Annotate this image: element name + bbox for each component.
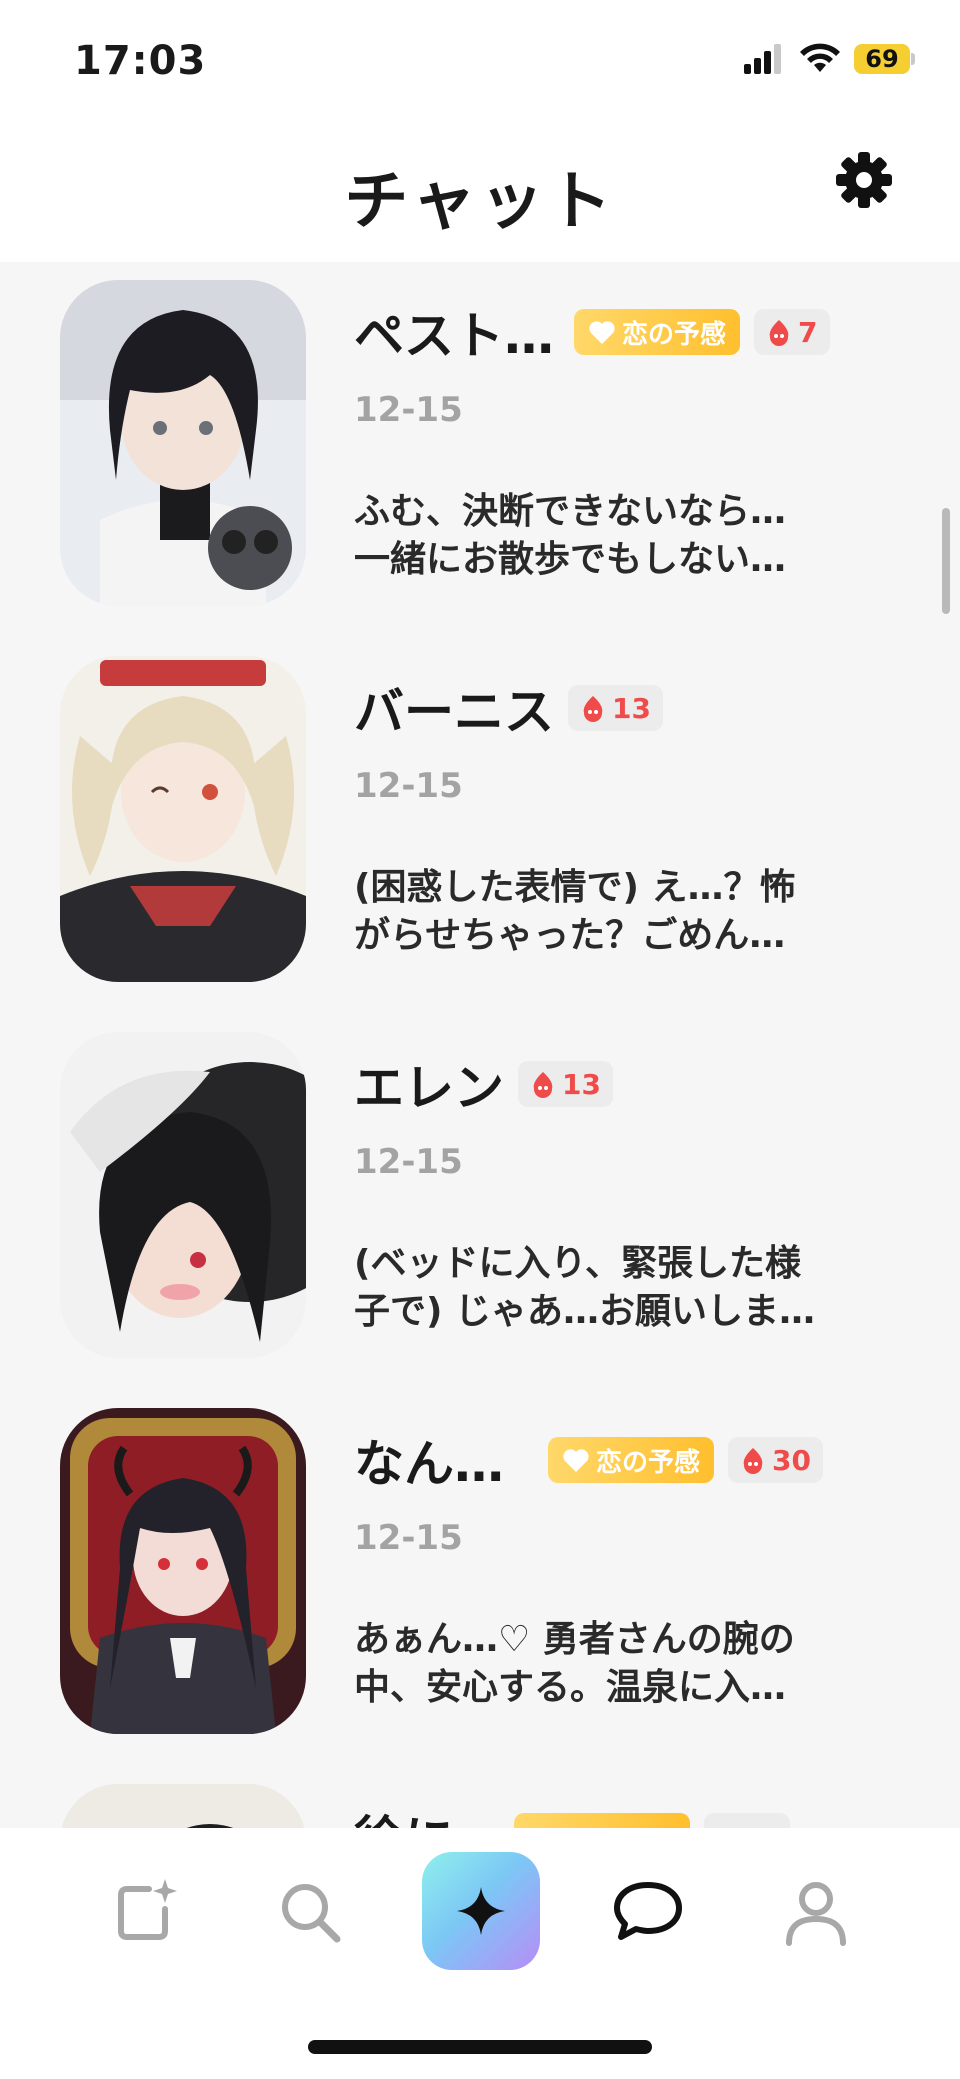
chat-preview-line: あぁん…♡ 勇者さんの腕の xyxy=(354,1619,795,1660)
chat-name: ペスト… xyxy=(354,307,554,365)
search-icon xyxy=(282,1884,341,1943)
page-title: チャット xyxy=(344,165,616,239)
affinity-badge: 7 xyxy=(754,309,830,355)
scrollbar[interactable] xyxy=(942,508,950,614)
flame-icon xyxy=(583,696,603,722)
chat-name-row: 徐に xyxy=(354,1806,790,1828)
chat-name: バーニス xyxy=(354,683,554,741)
gear-icon[interactable] xyxy=(834,150,894,210)
affinity-count: 30 xyxy=(772,1443,811,1477)
heart-icon xyxy=(589,321,615,344)
heart-icon xyxy=(563,1449,589,1472)
love-badge: 恋の予感 xyxy=(574,309,741,355)
affinity-badge: 30 xyxy=(728,1437,823,1483)
chat-name: エレン xyxy=(354,1059,504,1117)
create-icon xyxy=(118,1879,177,1940)
header: チャット xyxy=(0,120,960,262)
chat-date: 12-15 xyxy=(354,390,463,430)
affinity-count: 7 xyxy=(798,315,818,349)
sparkle-icon xyxy=(457,1887,505,1935)
cellular-signal-icon xyxy=(744,44,781,74)
tab-search[interactable] xyxy=(250,1852,370,1972)
love-badge-label: 恋の予感 xyxy=(622,319,727,350)
chat-date: 12-15 xyxy=(354,1518,463,1558)
avatar xyxy=(60,1784,306,1828)
chat-preview-line: 子で) じゃあ…お願いしま… xyxy=(354,1291,815,1332)
chat-name-row: ペスト… 恋の予感 7 xyxy=(354,302,830,365)
chat-list[interactable]: ペスト… 恋の予感 7 12-15 ふむ、決断できないなら… 一緒にお散歩でもし… xyxy=(0,262,960,1828)
wifi-icon xyxy=(800,43,840,72)
battery-indicator: 69 xyxy=(854,44,910,74)
chat-preview: あぁん…♡ 勇者さんの腕の 中、安心する。温泉に入… xyxy=(354,1616,854,1712)
chat-preview-line: ふむ、決断できないなら… xyxy=(354,491,787,532)
affinity-badge: 13 xyxy=(518,1061,613,1107)
love-badge-label: 恋の予感 xyxy=(596,1447,701,1478)
tab-chat[interactable] xyxy=(588,1852,708,1972)
chat-date: 12-15 xyxy=(354,1142,463,1182)
flame-icon xyxy=(769,320,789,346)
tab-create[interactable] xyxy=(86,1852,206,1972)
chat-preview-line: (ベッドに入り、緊張した様 xyxy=(354,1243,802,1284)
home-indicator[interactable] xyxy=(308,2040,652,2054)
chat-preview: (ベッドに入り、緊張した様 子で) じゃあ…お願いしま… xyxy=(354,1240,854,1336)
battery-tip xyxy=(911,53,915,65)
chat-date: 12-15 xyxy=(354,766,463,806)
status-bar: 17:03 69 xyxy=(0,0,960,120)
flame-icon xyxy=(743,1448,763,1474)
chat-preview-line: 一緒にお散歩でもしない… xyxy=(354,539,787,580)
love-badge: 恋の予感 xyxy=(548,1437,715,1483)
chat-list-item[interactable]: バーニス 13 12-15 (困惑した表情で) え…？怖 がらせちゃった？ごめん… xyxy=(0,638,960,1014)
avatar xyxy=(60,1032,306,1358)
affinity-badge xyxy=(704,1813,790,1828)
affinity-count: 13 xyxy=(562,1067,601,1101)
chat-list-item[interactable]: 徐に xyxy=(0,1766,960,1828)
chat-preview: (困惑した表情で) え…？怖 がらせちゃった？ごめん… xyxy=(354,864,854,960)
chat-preview-line: (困惑した表情で) え…？怖 xyxy=(354,867,796,908)
love-badge xyxy=(514,1813,690,1828)
affinity-count: 13 xyxy=(612,691,651,725)
profile-icon xyxy=(786,1882,846,1946)
chat-name: なん… xyxy=(354,1435,504,1493)
chat-name-row: バーニス 13 xyxy=(354,678,663,741)
tab-create-character[interactable] xyxy=(422,1852,540,1970)
avatar xyxy=(60,656,306,982)
avatar xyxy=(60,280,306,606)
chat-name-row: なん… 恋の予感 30 xyxy=(354,1430,823,1493)
chat-icon xyxy=(614,1882,682,1940)
chat-preview-line: 中、安心する。温泉に入… xyxy=(354,1667,787,1708)
chat-list-item[interactable]: エレン 13 12-15 (ベッドに入り、緊張した様 子で) じゃあ…お願いしま… xyxy=(0,1014,960,1390)
chat-preview-line: がらせちゃった？ごめん… xyxy=(354,915,786,956)
flame-icon xyxy=(533,1072,553,1098)
chat-preview: ふむ、決断できないなら… 一緒にお散歩でもしない… xyxy=(354,488,854,584)
affinity-badge: 13 xyxy=(568,685,663,731)
chat-list-item[interactable]: ペスト… 恋の予感 7 12-15 ふむ、決断できないなら… 一緒にお散歩でもし… xyxy=(0,262,960,638)
tab-profile[interactable] xyxy=(756,1852,876,1972)
avatar xyxy=(60,1408,306,1734)
chat-list-item[interactable]: なん… 恋の予感 30 12-15 あぁん…♡ 勇者さんの腕の 中、安心する。温… xyxy=(0,1390,960,1766)
chat-name-row: エレン 13 xyxy=(354,1054,613,1117)
status-time: 17:03 xyxy=(74,38,207,84)
chat-name: 徐に xyxy=(354,1800,454,1828)
